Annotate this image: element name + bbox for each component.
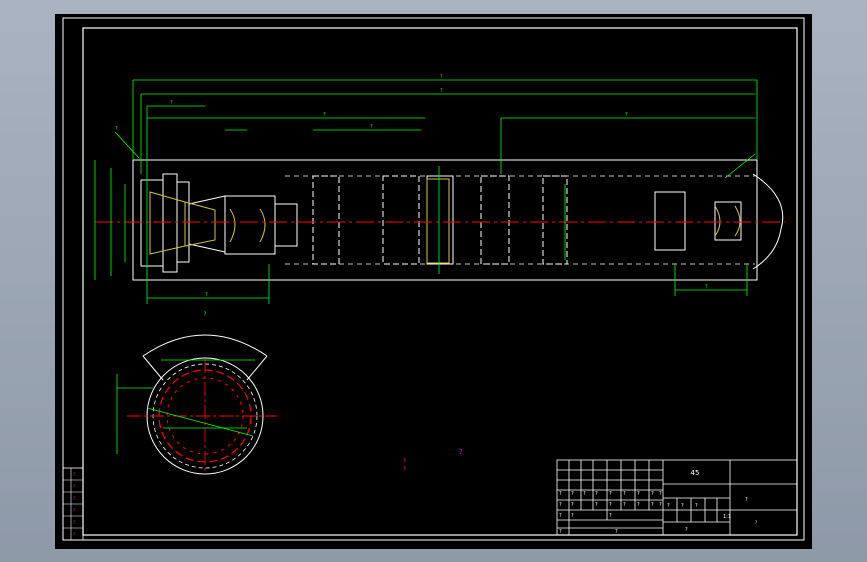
- tb-row1-5: ?: [623, 491, 626, 497]
- dim-segment-g: ?: [115, 126, 118, 132]
- dim-segment-c: ?: [370, 124, 373, 130]
- scale-label: 1:1: [723, 514, 731, 520]
- tb-row2-5: ?: [637, 502, 640, 508]
- tb-row2-4: ?: [623, 502, 626, 508]
- tb-row3-1: ?: [571, 513, 574, 519]
- hub-detail: [149, 178, 741, 264]
- tb-row4-1: ?: [615, 529, 618, 535]
- tb-row1-4: ?: [609, 491, 612, 497]
- side-strip-5: ?: [73, 532, 75, 537]
- dim-overall-length: ?: [440, 74, 443, 80]
- tb-row1-8: ?: [659, 491, 662, 497]
- side-strip-3: ?: [73, 508, 75, 513]
- tb-right-1: ?: [681, 503, 684, 509]
- tb-row2-1: ?: [571, 502, 574, 508]
- tb-row1-2: ?: [583, 491, 586, 497]
- notes-line-2: ?: [403, 466, 406, 472]
- side-strip-1: ?: [73, 484, 75, 489]
- drawing-code: ?: [755, 520, 757, 525]
- tb-right-0: ?: [667, 503, 670, 509]
- shaft-geometry: [132, 159, 784, 281]
- tb-row4-0: ?: [559, 529, 562, 535]
- drawing-name: ?: [745, 497, 748, 503]
- tb-row1-6: ?: [637, 491, 640, 497]
- side-strip: ? ? ? ? ? ?: [62, 467, 84, 541]
- tb-row2-7: ?: [659, 502, 662, 508]
- outer-frame: [62, 17, 805, 541]
- tb-row2-3: ?: [609, 502, 612, 508]
- tb-row2-6: ?: [651, 502, 654, 508]
- dim-segment-d: ?: [625, 112, 628, 118]
- notes-line-1: ?: [403, 458, 406, 464]
- title-block-text: 45 ? ? 1:1 ? ? ? ? ? ? ? ? ? ? ? ? ? ? ?…: [559, 469, 757, 535]
- title-block: [556, 459, 798, 536]
- dim-segment-b: ?: [323, 112, 326, 118]
- technical-notes: ? ? ?: [403, 448, 463, 472]
- cad-viewport[interactable]: ? ? ? ? ? ? ? ? ? ? ? ? ? 45 ? ? 1:1 ? ?…: [55, 14, 812, 549]
- tb-row1-0: ?: [559, 491, 562, 497]
- dim-segment-f: ?: [705, 284, 708, 290]
- side-strip-2: ?: [73, 496, 75, 501]
- tb-row3-2: ?: [609, 513, 612, 519]
- side-strip-0: ?: [73, 472, 75, 477]
- tb-row3-0: ?: [559, 513, 562, 519]
- tb-row2-2: ?: [595, 502, 598, 508]
- tb-row1-7: ?: [651, 491, 654, 497]
- tb-right-3: ?: [685, 527, 688, 533]
- dim-segment-a: ?: [170, 100, 173, 106]
- tb-row1-1: ?: [571, 491, 574, 497]
- dim-overall-length-2: ?: [440, 88, 443, 94]
- drawing-canvas[interactable]: ? ? ? ? ? ? ? ? ? ? ? ? ? 45 ? ? 1:1 ? ?…: [55, 14, 812, 549]
- side-strip-4: ?: [73, 520, 75, 525]
- tb-right-2: ?: [695, 503, 698, 509]
- tb-row2-0: ?: [559, 502, 562, 508]
- notes-title: ?: [459, 448, 463, 456]
- section-label: ?: [203, 311, 206, 318]
- section-view: ?: [116, 311, 277, 475]
- material-label: 45: [691, 469, 700, 477]
- tb-row1-3: ?: [595, 491, 598, 497]
- dim-segment-e: ?: [205, 292, 208, 298]
